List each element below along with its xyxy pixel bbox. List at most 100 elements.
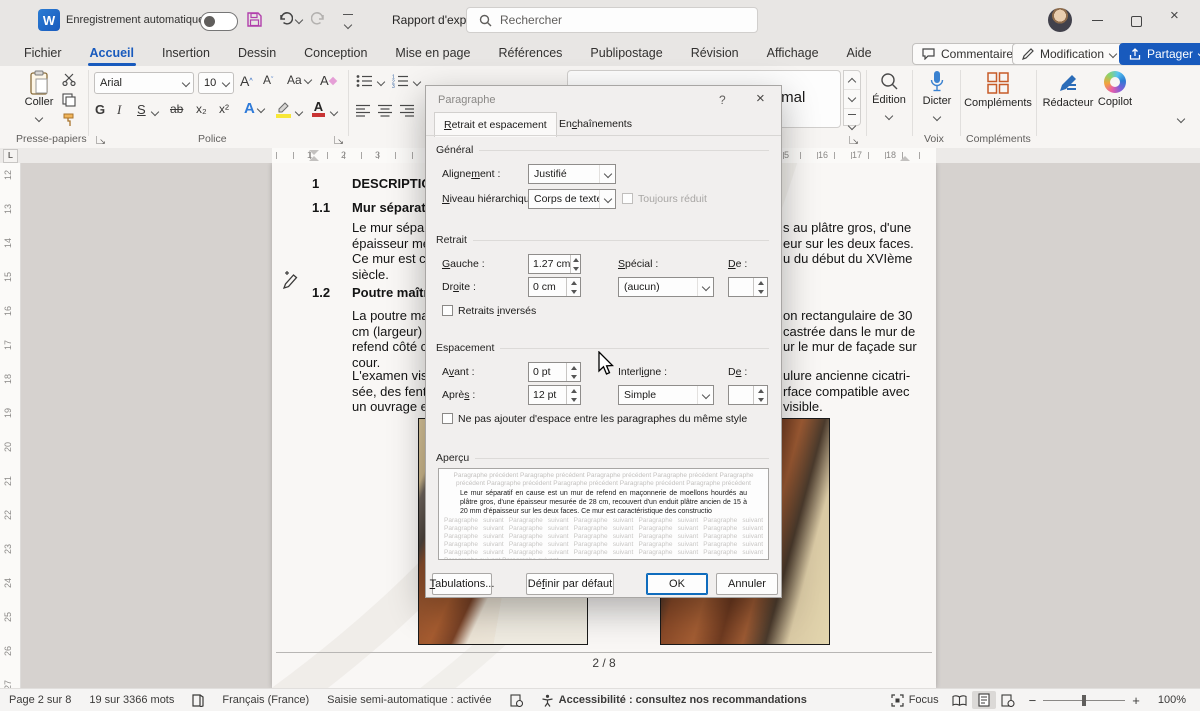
copilot-margin-pencil-icon[interactable] <box>281 270 299 290</box>
read-mode-button[interactable] <box>948 691 972 709</box>
bullet-chevron-icon[interactable] <box>377 78 385 86</box>
dialog-close-button[interactable]: × <box>756 90 765 107</box>
dictate-button[interactable]: Dicter <box>915 70 959 125</box>
search-input[interactable]: Rechercher <box>466 7 758 33</box>
share-button[interactable]: Partager <box>1119 43 1200 65</box>
undo-icon[interactable] <box>277 11 293 27</box>
superscript-button[interactable]: x² <box>219 102 229 116</box>
editing-mode-button[interactable]: Modification <box>1012 43 1126 65</box>
highlight-chevron-icon[interactable] <box>295 108 303 116</box>
no-space-same-style-checkbox[interactable] <box>442 413 453 424</box>
numbered-list-icon[interactable]: 123 <box>392 74 409 88</box>
heading-1-1[interactable]: Mur séparati <box>352 200 426 215</box>
strikethrough-button[interactable]: ab <box>170 102 183 116</box>
autosave-toggle[interactable] <box>200 12 238 31</box>
v-ruler[interactable]: 12131415161718192021222324252627 <box>0 163 21 688</box>
ribbon-tab-insertion[interactable]: Insertion <box>148 42 224 64</box>
indent-left-spinner[interactable]: 1.27 cm <box>528 254 581 274</box>
paragraph-fragment[interactable]: Le mur sépaépaisseur meCe mur est csiècl… <box>352 220 426 282</box>
shrink-font-button[interactable]: Aˇ <box>263 73 273 87</box>
page-indicator[interactable]: Page 2 sur 8 <box>0 689 80 711</box>
paragraph-fragment[interactable]: L'examen vissée, des fentun ouvrage e <box>352 368 426 415</box>
change-case-button[interactable]: Aa <box>287 73 311 87</box>
font-color-chevron-icon[interactable] <box>330 108 338 116</box>
paragraph-fragment[interactable]: La poutre macm (largeur) xrefend côté cc… <box>352 308 426 370</box>
paragraph-fragment[interactable]: on rectangulaire de 30castrée dans le mu… <box>783 308 928 355</box>
font-size-combo[interactable]: 10 <box>198 72 234 94</box>
heading-number[interactable]: 1 <box>312 176 319 191</box>
editing-menu-button[interactable]: Édition <box>868 70 910 124</box>
highlight-button[interactable] <box>276 101 292 118</box>
align-left-icon[interactable] <box>356 104 371 117</box>
word-count[interactable]: 19 sur 3366 mots <box>80 689 183 711</box>
set-as-default-button[interactable]: Définir par défaut <box>526 573 614 595</box>
ribbon-tab-rvision[interactable]: Révision <box>677 42 753 64</box>
cancel-button[interactable]: Annuler <box>716 573 778 595</box>
zoom-slider[interactable] <box>1043 700 1125 701</box>
spacing-before-spinner[interactable]: 0 pt <box>528 362 581 382</box>
accessibility-status[interactable]: Accessibilité : consultez nos recommanda… <box>532 689 816 711</box>
restore-button[interactable] <box>1131 12 1147 28</box>
ribbon-tab-dessin[interactable]: Dessin <box>224 42 290 64</box>
redo-icon[interactable] <box>311 11 327 27</box>
word-app-icon[interactable]: W <box>38 9 60 31</box>
addins-button[interactable]: Compléments <box>962 70 1034 109</box>
indent-special-combo[interactable]: (aucun) <box>618 277 714 297</box>
line-spacing-combo[interactable]: Simple <box>618 385 714 405</box>
dialog-help-button[interactable]: ? <box>719 93 726 107</box>
tab-line-and-page-breaks[interactable]: Enchaînements <box>550 112 641 136</box>
spacing-at-spinner[interactable] <box>728 385 768 405</box>
heading-number[interactable]: 1.2 <box>312 285 330 300</box>
print-layout-button[interactable] <box>972 691 996 709</box>
zoom-out-button[interactable]: − <box>1029 693 1037 708</box>
ribbon-tab-fichier[interactable]: Fichier <box>10 42 76 64</box>
copy-icon[interactable] <box>62 93 76 107</box>
format-painter-icon[interactable] <box>62 113 76 127</box>
grow-font-button[interactable]: A^ <box>240 73 253 89</box>
heading-1[interactable]: DESCRIPTIO <box>352 176 426 191</box>
close-button[interactable]: × <box>1170 7 1186 23</box>
bullet-list-icon[interactable] <box>356 74 373 88</box>
ribbon-tab-conception[interactable]: Conception <box>290 42 381 64</box>
user-avatar[interactable] <box>1048 8 1072 32</box>
underline-chevron-icon[interactable] <box>151 108 159 116</box>
collapsed-by-default-checkbox[interactable] <box>622 193 633 204</box>
text-effects-button[interactable]: A <box>244 100 264 117</box>
zoom-percentage[interactable]: 100% <box>1149 689 1200 711</box>
autocomplete-status[interactable]: Saisie semi-automatique : activée <box>318 689 500 711</box>
tabs-button[interactable]: Tabulations... <box>432 573 492 595</box>
ribbon-tab-affichage[interactable]: Affichage <box>753 42 833 64</box>
tab-indents-and-spacing[interactable]: Retrait et espacement <box>434 112 557 137</box>
web-layout-button[interactable] <box>996 691 1020 709</box>
font-color-button[interactable]: A <box>312 100 325 117</box>
editor-button[interactable]: Rédacteur <box>1040 70 1096 109</box>
language-indicator[interactable]: Français (France) <box>213 689 318 711</box>
heading-1-2[interactable]: Poutre maîtr <box>352 285 426 300</box>
zoom-slider-thumb[interactable] <box>1082 695 1086 706</box>
paste-button[interactable]: Coller <box>20 70 58 128</box>
ribbon-tab-publipostage[interactable]: Publipostage <box>576 42 676 64</box>
proofing-status[interactable] <box>183 689 213 711</box>
clipboard-dialog-launcher[interactable]: ↘ <box>96 136 104 144</box>
ok-button[interactable]: OK <box>646 573 708 595</box>
italic-button[interactable]: I <box>117 102 121 118</box>
tab-selector[interactable]: L <box>3 149 18 163</box>
font-dialog-launcher[interactable]: ↘ <box>334 136 342 144</box>
clear-formatting-button[interactable]: A <box>320 73 336 88</box>
indent-right-spinner[interactable]: 0 cm <box>528 277 581 297</box>
paragraph-fragment[interactable]: s au plâtre gros, d'uneeur sur les deux … <box>783 220 928 267</box>
styles-dialog-launcher[interactable]: ↘ <box>849 136 857 144</box>
subscript-button[interactable]: x₂ <box>196 102 207 116</box>
collapse-ribbon-icon[interactable] <box>1177 115 1185 123</box>
styles-gallery-scroll[interactable] <box>843 70 861 126</box>
copilot-button[interactable]: Copilot <box>1092 70 1138 108</box>
right-indent-marker[interactable] <box>900 156 910 161</box>
font-name-combo[interactable]: Arial <box>94 72 194 94</box>
cut-icon[interactable] <box>62 73 77 86</box>
minimize-button[interactable] <box>1092 12 1108 28</box>
align-center-icon[interactable] <box>378 104 393 117</box>
focus-mode-button[interactable]: Focus <box>882 689 948 711</box>
heading-number[interactable]: 1.1 <box>312 200 330 215</box>
editor-status[interactable] <box>501 689 532 711</box>
spacing-after-spinner[interactable]: 12 pt <box>528 385 581 405</box>
